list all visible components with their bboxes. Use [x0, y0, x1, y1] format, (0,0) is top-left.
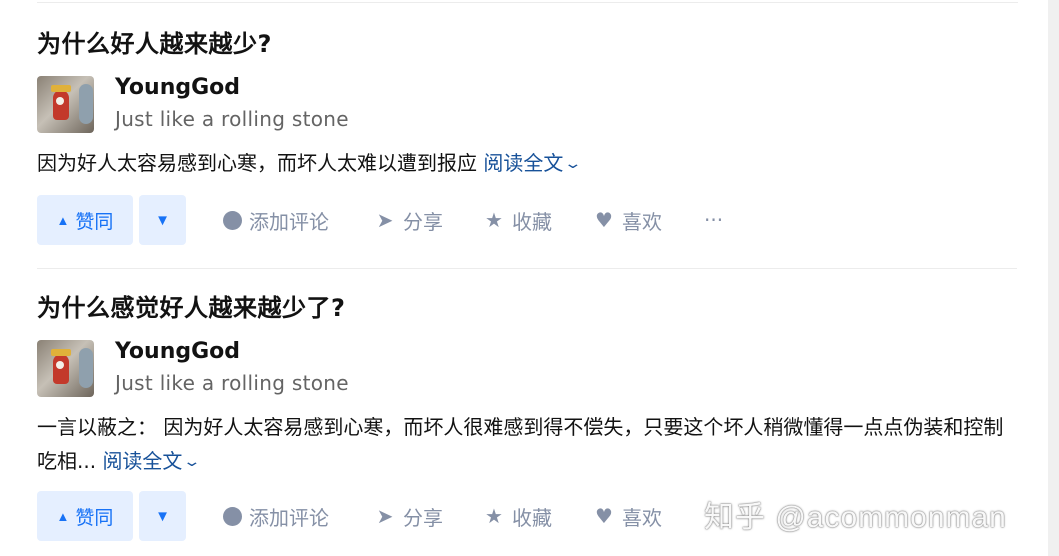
read-more-label: 阅读全文: [102, 449, 183, 473]
action-bar: ▲ 赞同 ▼ 添加评论 ➤ 分享 ★ 收藏 ♥ 喜欢 ···: [37, 195, 1027, 245]
triangle-up-icon: ▲: [56, 508, 70, 524]
author-name[interactable]: YoungGod: [115, 338, 240, 366]
like-button[interactable]: ♥ 喜欢: [593, 491, 662, 541]
upvote-button[interactable]: ▲ 赞同: [37, 195, 133, 245]
author-info: YoungGod Just like a rolling stone: [37, 74, 1027, 133]
author-name[interactable]: YoungGod: [115, 74, 240, 102]
avatar[interactable]: [37, 76, 94, 133]
star-icon: ★: [485, 208, 503, 232]
triangle-up-icon: ▲: [56, 212, 70, 228]
answer-card: 为什么好人越来越少? YoungGod Just like a rolling …: [37, 28, 1027, 245]
chevron-down-icon: ⌄: [563, 156, 583, 172]
upvote-label: 赞同: [75, 507, 114, 529]
chevron-down-icon: ⌄: [182, 454, 202, 470]
paper-plane-icon: ➤: [376, 208, 394, 232]
share-button[interactable]: ➤ 分享: [374, 195, 443, 245]
heart-icon: ♥: [595, 208, 613, 232]
watermark: 知乎 @acommonman: [704, 501, 1007, 534]
answer-feed: 为什么好人越来越少? YoungGod Just like a rolling …: [0, 0, 1048, 556]
downvote-button[interactable]: ▼: [139, 195, 186, 245]
question-title[interactable]: 为什么感觉好人越来越少了?: [37, 292, 1027, 324]
read-more-label: 阅读全文: [483, 151, 564, 175]
heart-icon: ♥: [595, 504, 613, 528]
add-comment-button[interactable]: 添加评论: [223, 195, 329, 245]
comment-label: 添加评论: [249, 209, 329, 234]
like-label: 喜欢: [622, 209, 662, 234]
favorite-button[interactable]: ★ 收藏: [483, 195, 552, 245]
like-button[interactable]: ♥ 喜欢: [593, 195, 662, 245]
favorite-button[interactable]: ★ 收藏: [483, 491, 552, 541]
author-bio: Just like a rolling stone: [115, 371, 349, 395]
more-button[interactable]: ···: [704, 195, 723, 245]
downvote-button[interactable]: ▼: [139, 491, 186, 541]
read-more-link[interactable]: 阅读全文⌄: [102, 449, 201, 473]
share-label: 分享: [403, 505, 443, 530]
paper-plane-icon: ➤: [376, 504, 394, 528]
favorite-label: 收藏: [512, 505, 552, 530]
triangle-down-icon: ▼: [155, 211, 170, 229]
answer-excerpt[interactable]: 一言以蔽之： 因为好人太容易感到心寒，而坏人很难感到得不偿失，只要这个坏人稍微懂…: [37, 410, 1022, 481]
triangle-down-icon: ▼: [155, 507, 170, 525]
answer-excerpt[interactable]: 因为好人太容易感到心寒，而坏人太难以遭到报应 阅读全文⌄: [37, 146, 1022, 183]
comment-bubble-icon: [223, 506, 242, 526]
scrollbar[interactable]: [1048, 0, 1059, 556]
upvote-label: 赞同: [75, 211, 114, 233]
avatar[interactable]: [37, 340, 94, 397]
read-more-link[interactable]: 阅读全文⌄: [483, 151, 582, 175]
star-icon: ★: [485, 504, 503, 528]
top-divider: [37, 2, 1018, 3]
excerpt-text: 因为好人太容易感到心寒，而坏人太难以遭到报应: [37, 151, 477, 175]
add-comment-button[interactable]: 添加评论: [223, 491, 329, 541]
answer-divider: [37, 268, 1017, 269]
share-label: 分享: [403, 209, 443, 234]
more-icon: ···: [704, 208, 724, 232]
upvote-button[interactable]: ▲ 赞同: [37, 491, 133, 541]
comment-bubble-icon: [223, 210, 242, 230]
comment-label: 添加评论: [249, 505, 329, 530]
share-button[interactable]: ➤ 分享: [374, 491, 443, 541]
question-title[interactable]: 为什么好人越来越少?: [37, 28, 1027, 60]
favorite-label: 收藏: [512, 209, 552, 234]
author-bio: Just like a rolling stone: [115, 107, 349, 131]
like-label: 喜欢: [622, 505, 662, 530]
author-info: YoungGod Just like a rolling stone: [37, 338, 1027, 397]
